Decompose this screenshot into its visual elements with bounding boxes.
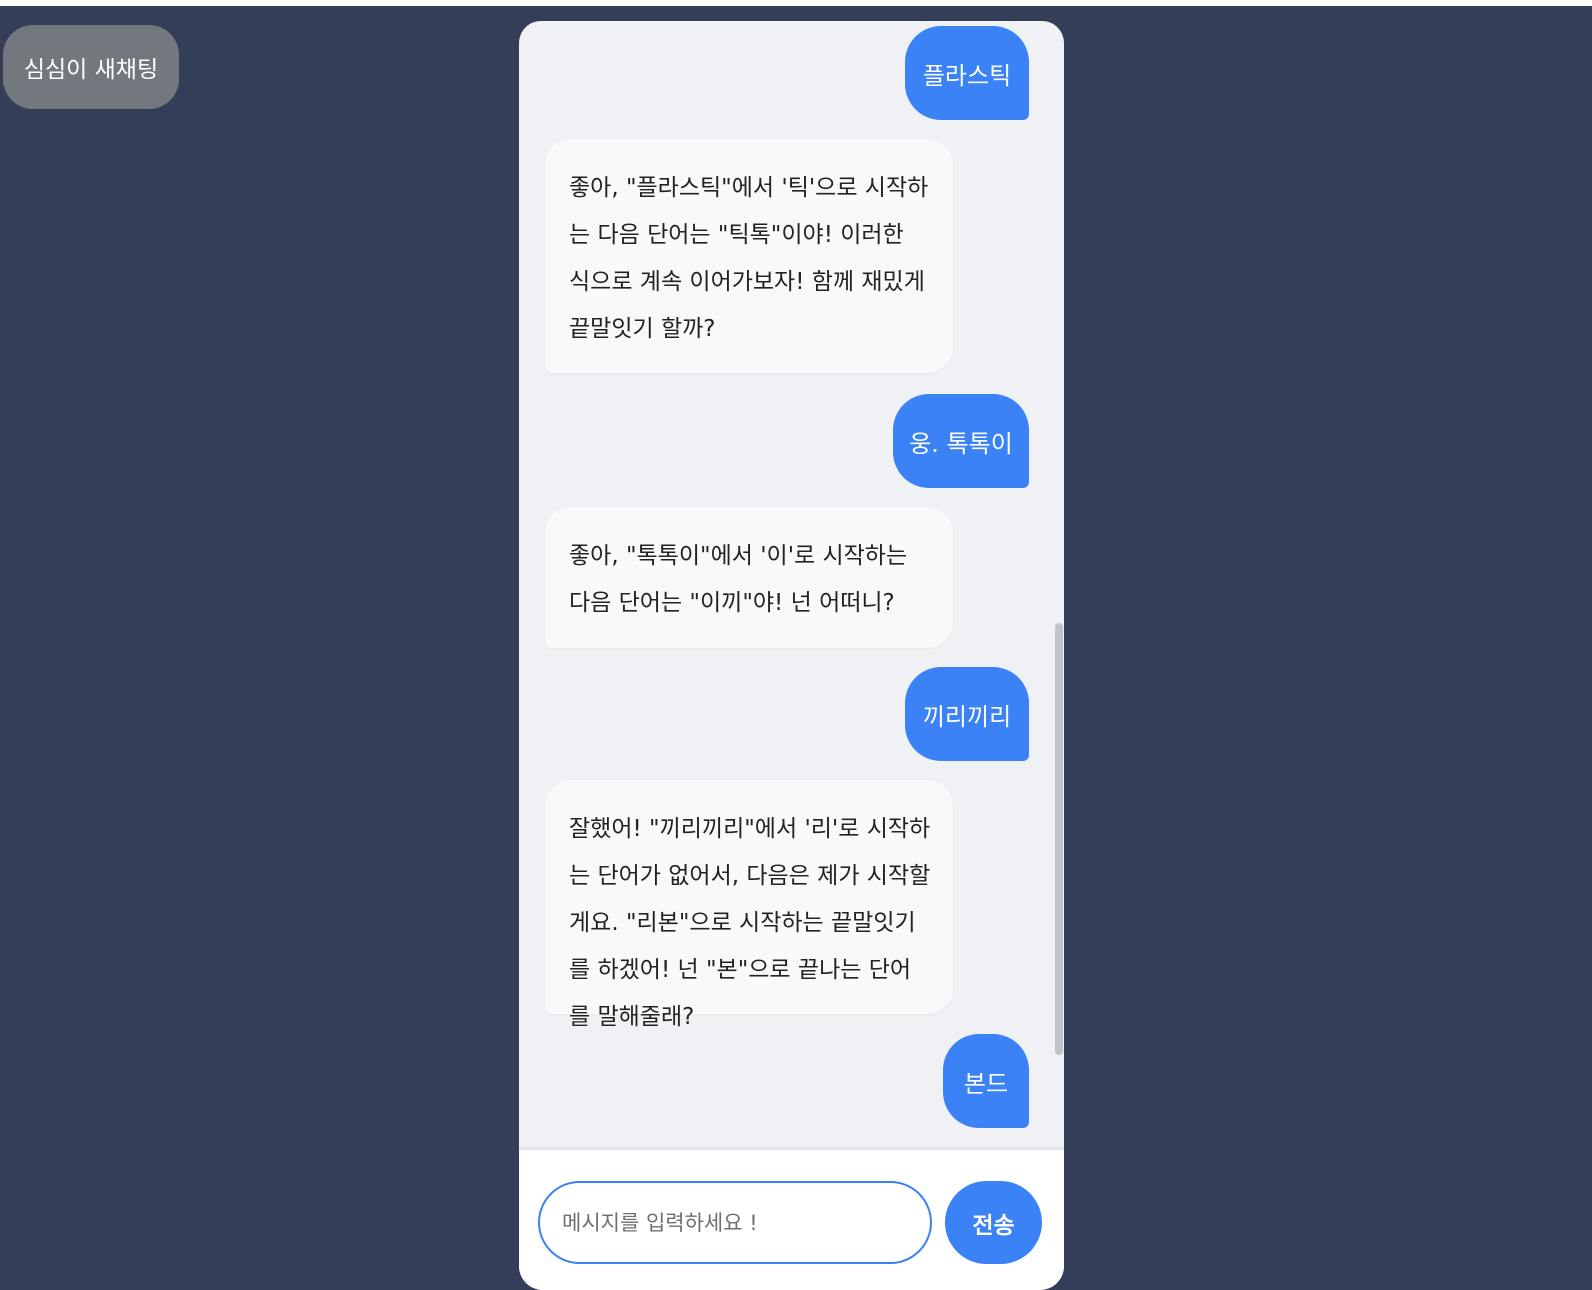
user-message: 끼리끼리 (905, 667, 1029, 761)
top-strip (0, 0, 1592, 6)
chat-panel: 플라스틱 좋아, "플라스틱"에서 '틱'으로 시작하는 다음 단어는 "틱톡"… (519, 21, 1064, 1290)
new-chat-button[interactable]: 심심이 새채팅 (3, 25, 179, 109)
user-message: 플라스틱 (905, 26, 1029, 120)
message-input[interactable] (538, 1181, 932, 1264)
bot-message: 좋아, "플라스틱"에서 '틱'으로 시작하는 다음 단어는 "틱톡"이야! 이… (545, 139, 953, 373)
send-button[interactable]: 전송 (945, 1181, 1042, 1264)
user-message: 웅. 톡톡이 (893, 394, 1029, 488)
message-composer: 전송 (519, 1147, 1064, 1290)
message-scrollbar[interactable] (1055, 623, 1063, 1055)
bot-message: 잘했어! "끼리끼리"에서 '리'로 시작하는 단어가 없어서, 다음은 제가 … (545, 780, 953, 1030)
message-list[interactable]: 플라스틱 좋아, "플라스틱"에서 '틱'으로 시작하는 다음 단어는 "틱톡"… (519, 21, 1064, 1147)
user-message: 본드 (943, 1034, 1029, 1128)
bot-message: 좋아, "톡톡이"에서 '이'로 시작하는 다음 단어는 "이끼"야! 넌 어떠… (545, 507, 953, 648)
